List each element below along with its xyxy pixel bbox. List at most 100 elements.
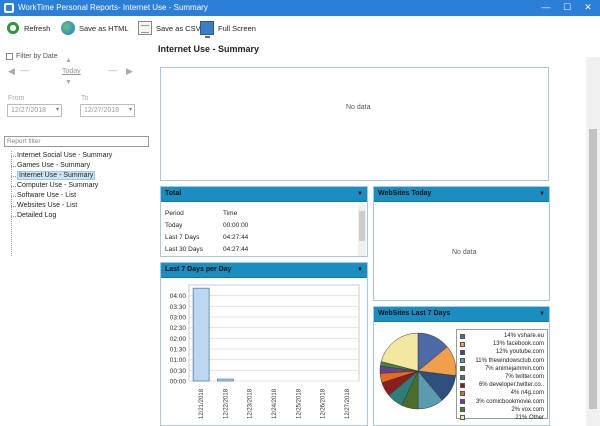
legend-item: 7% twitter.com [460, 373, 544, 381]
period-cell: Last 7 Days [165, 233, 200, 241]
bar-chart-panel: Last 7 Days per Day ▼ 00:00 00:30 01:00 01:… [160, 262, 368, 426]
refresh-label: Refresh [24, 23, 51, 33]
plot-area [188, 284, 360, 382]
legend-swatch [460, 366, 465, 372]
filter-by-date-checkbox[interactable]: Filter by Date [6, 53, 58, 60]
save-html-button[interactable]: Save as HTML [61, 20, 129, 36]
scroll-thumb[interactable] [359, 211, 365, 241]
checkbox-box[interactable] [6, 53, 13, 60]
no-data-text: No data [452, 249, 477, 256]
y-tick-label: 00:30 [170, 368, 187, 375]
tree-item[interactable]: Games Use - Summary [9, 161, 154, 171]
x-tick-label: 12/23/2018 [248, 388, 254, 419]
down-arrow-icon[interactable]: ▼ [65, 79, 72, 86]
table-row: Last 30 Days 04:27:44 [165, 243, 360, 255]
minimize-button[interactable]: — [536, 0, 556, 16]
tree-item-label: Internet Use - Summary [17, 171, 96, 180]
legend-label: 14% vshare.eu [503, 333, 544, 340]
main-scrollbar[interactable] [586, 57, 600, 426]
dropdown-icon[interactable]: ▼ [539, 187, 545, 201]
tree-item[interactable]: Websites Use - List [9, 201, 154, 211]
tree-item[interactable]: Software Use - List [9, 191, 154, 201]
tree-item[interactable]: Internet Use - Summary [9, 171, 154, 181]
legend-swatch [460, 415, 465, 421]
x-tick-label: 12/27/2018 [345, 388, 351, 419]
no-data-text: No data [346, 104, 371, 111]
legend-label: 4% n4g.com [510, 390, 544, 397]
tree-item-label: Detailed Log [17, 212, 57, 219]
next-arrow-icon[interactable]: ▶ [126, 66, 133, 77]
tree-item-label: Websites Use - List [17, 202, 78, 209]
time-cell: 00:00:00 [223, 221, 249, 229]
y-tick-label: 00:00 [170, 379, 187, 386]
today-link[interactable]: Today [62, 68, 81, 75]
total-scrollbar[interactable] [358, 203, 366, 256]
dropdown-icon[interactable]: ▼ [357, 187, 363, 201]
bar-panel-header: Last 7 Days per Day ▼ [161, 263, 367, 278]
document-icon [138, 21, 152, 35]
legend-label: 12% youtube.com [495, 349, 544, 356]
legend-swatch [460, 341, 465, 347]
globe-icon [61, 21, 75, 35]
websites-today-title: WebSites Today [378, 190, 432, 197]
col-header-period: Period [165, 209, 184, 217]
table-row: Today 00:00:00 [165, 219, 360, 231]
legend-item: 13% facebook.com [460, 340, 544, 348]
legend-item: 2% vox.com [460, 406, 544, 414]
time-cell: 04:27:44 [223, 233, 249, 241]
tree-item[interactable]: Detailed Log [9, 211, 154, 221]
dropdown-icon[interactable]: ▼ [357, 263, 363, 277]
from-date-value: 12/27/2018 [11, 107, 47, 114]
x-tick-label: 12/22/2018 [223, 388, 229, 419]
legend-label: 2% vox.com [511, 406, 544, 413]
chevron-down-icon: ▾ [55, 107, 59, 113]
full-screen-button[interactable]: Full Screen [200, 20, 256, 38]
dropdown-icon[interactable]: ▼ [539, 307, 545, 321]
legend-swatch [460, 358, 465, 364]
legend-label: 21% Other [515, 414, 544, 421]
legend-item: 12% youtube.com [460, 348, 544, 356]
pie-panel-header: WebSites Last 7 Days ▼ [374, 307, 549, 322]
websites-today-panel: WebSites Today ▼ No data [373, 186, 550, 301]
toolbar: Refresh Save as HTML Save as CSV Full Sc… [0, 16, 600, 40]
from-label: From [8, 95, 25, 102]
col-header-time: Time [223, 209, 238, 217]
to-date-picker[interactable]: 12/27/2018 ▾ [80, 104, 135, 117]
legend-item: 11% thewindowsclub.com [460, 357, 544, 365]
from-date-picker[interactable]: 12/27/2018 ▾ [7, 104, 62, 117]
dash-icon-right: — [108, 65, 117, 75]
legend-item: 14% vshare.eu [460, 332, 544, 340]
save-csv-button[interactable]: Save as CSV [138, 20, 201, 36]
main-scroll-thumb[interactable] [589, 129, 597, 409]
dash-icon: — [20, 65, 29, 75]
legend-swatch [460, 390, 465, 396]
y-tick-label: 01:00 [170, 357, 187, 364]
bar-chart: 00:00 00:30 01:00 01:30 02:00 02:30 03:00 03:30… [170, 284, 360, 419]
prev-arrow-icon[interactable]: ◀ [8, 66, 15, 77]
tree-item[interactable]: Computer Use - Summary [9, 181, 154, 191]
up-arrow-icon[interactable]: ▲ [65, 57, 72, 64]
legend-swatch [460, 399, 465, 405]
table-row: Last 7 Days 04:27:44 [165, 231, 360, 243]
filter-by-date-label: Filter by Date [16, 53, 58, 60]
tree-item-label: Games Use - Summary [17, 162, 91, 169]
period-cell: Last 30 Days [165, 245, 203, 253]
tree-item[interactable]: Internet Social Use - Summary [9, 151, 154, 161]
legend-swatch [460, 349, 465, 355]
bar [192, 287, 210, 382]
close-button[interactable]: ✕ [578, 0, 598, 16]
total-table: Period Time Today 00:00:00 Last 7 Days 0… [165, 207, 360, 255]
maximize-button[interactable]: ☐ [557, 0, 577, 16]
websites-today-header: WebSites Today ▼ [374, 187, 549, 202]
pie-legend: 14% vshare.eu 13% facebook.com 12% youtube… [456, 329, 548, 421]
y-tick-label: 03:30 [170, 304, 187, 311]
legend-item: 3% comicbookmovie.com [460, 398, 544, 406]
to-date-value: 12/27/2018 [84, 107, 120, 114]
report-tree: Internet Social Use - Summary Games Use -… [9, 151, 154, 221]
report-filter-input[interactable]: Report filter [4, 136, 149, 147]
refresh-button[interactable]: Refresh [6, 20, 50, 36]
to-label: To [81, 95, 89, 102]
legend-label: 7% twitter.com [504, 374, 544, 381]
save-html-label: Save as HTML [79, 23, 129, 33]
page-title: Internet Use - Summary [158, 44, 260, 54]
